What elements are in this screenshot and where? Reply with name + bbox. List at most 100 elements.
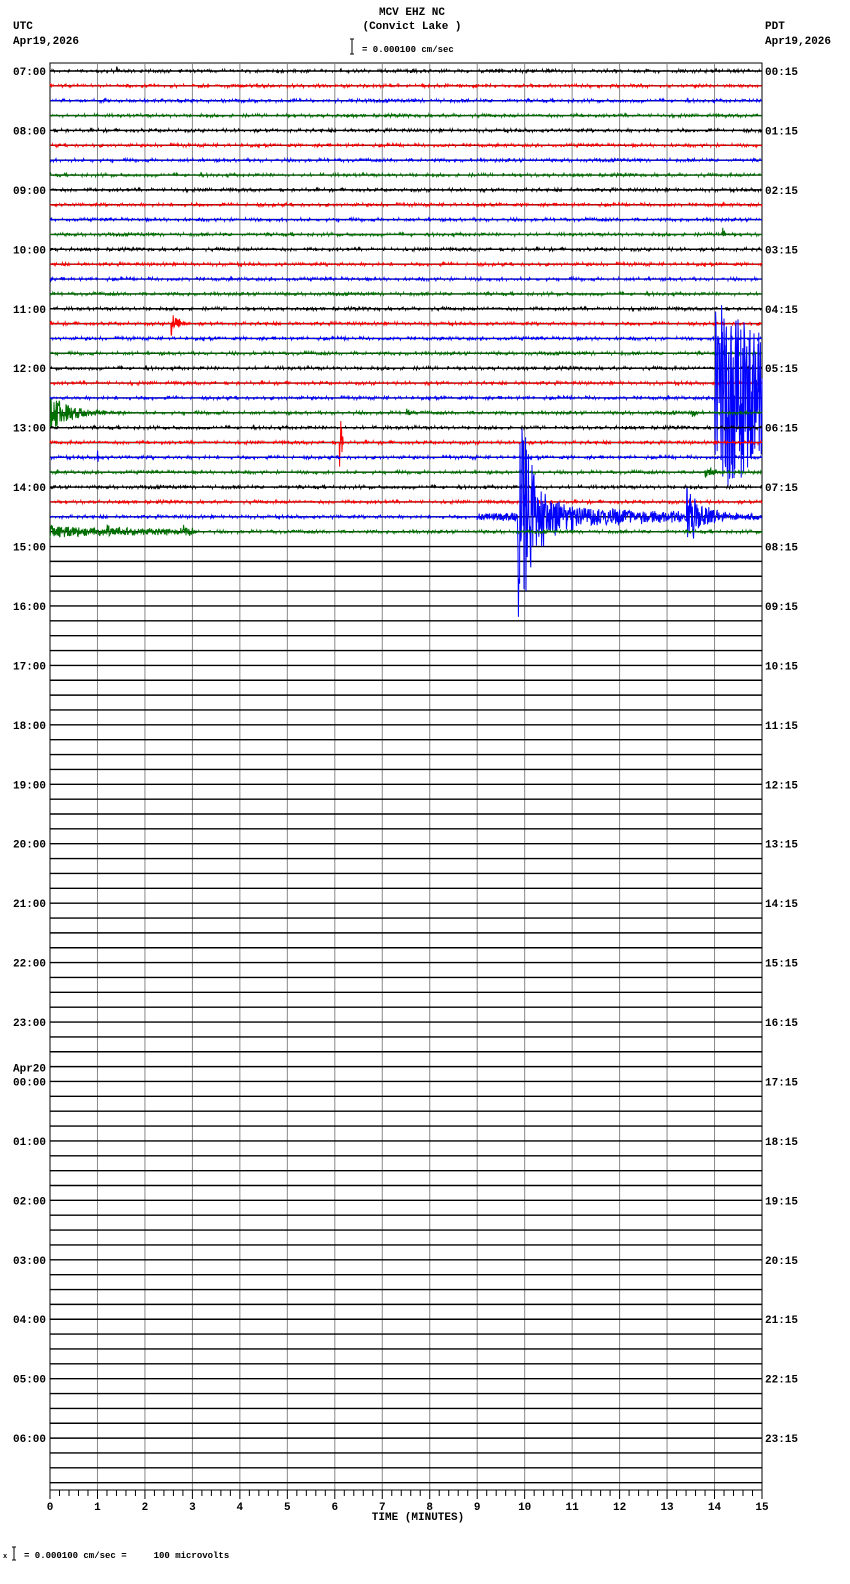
trace-row-27 xyxy=(50,466,763,478)
pdt-hour-label: 10:15 xyxy=(765,661,798,673)
pdt-hour-label: 07:15 xyxy=(765,483,798,495)
x-tick-label: 5 xyxy=(284,1502,291,1514)
utc-hour-label: 07:00 xyxy=(13,67,46,79)
left-date: Apr19,2026 xyxy=(13,36,79,48)
pdt-hour-label: 00:15 xyxy=(765,67,798,79)
x-tick-label: 10 xyxy=(518,1502,531,1514)
scale-label: = 0.000100 cm/sec xyxy=(362,45,454,55)
x-tick-label: 1 xyxy=(94,1502,101,1514)
pdt-hour-label: 21:15 xyxy=(765,1315,798,1327)
trace-row-4 xyxy=(50,126,763,134)
x-tick-label: 6 xyxy=(331,1502,338,1514)
utc-hour-label: 15:00 xyxy=(13,543,46,555)
right-timezone: PDT xyxy=(765,21,785,33)
scale-bar-icon xyxy=(350,38,354,55)
trace-row-7 xyxy=(49,171,762,179)
utc-hour-label: 21:00 xyxy=(13,899,46,911)
pdt-hour-label: 13:15 xyxy=(765,840,798,852)
trace-row-0 xyxy=(49,66,762,75)
utc-hour-label: 04:00 xyxy=(13,1315,46,1327)
trace-row-20 xyxy=(49,364,763,372)
pdt-hour-label: 03:15 xyxy=(765,245,798,257)
utc-hour-label: 00:00 xyxy=(13,1077,46,1089)
trace-row-28 xyxy=(50,483,763,491)
utc-hour-label: 11:00 xyxy=(13,305,46,317)
plot-frame xyxy=(49,62,763,1491)
trace-row-1 xyxy=(49,82,762,90)
pdt-hour-label: 15:15 xyxy=(765,959,798,971)
left-timezone: UTC xyxy=(13,21,33,33)
pdt-hour-label: 08:15 xyxy=(765,543,798,555)
x-tick-label: 3 xyxy=(189,1502,196,1514)
trace-row-8 xyxy=(49,186,762,194)
x-tick-label: 2 xyxy=(142,1502,149,1514)
helicorder-chart: MCV EHZ NC (Convict Lake ) UTC Apr19,202… xyxy=(3,7,831,1561)
utc-hour-label: 22:00 xyxy=(13,959,46,971)
trace-row-24 xyxy=(49,424,763,432)
footer-mark: x xyxy=(3,1553,8,1561)
x-tick-label: 4 xyxy=(237,1502,244,1514)
trace-row-9 xyxy=(49,201,763,209)
right-date: Apr19,2026 xyxy=(765,36,831,48)
x-tick-label: 0 xyxy=(47,1502,54,1514)
utc-hour-label: 03:00 xyxy=(13,1256,46,1268)
trace-row-10 xyxy=(49,216,763,224)
x-tick-label: 13 xyxy=(660,1502,674,1514)
trace-row-5 xyxy=(50,141,762,149)
x-tick-label: 14 xyxy=(708,1502,722,1514)
utc-hour-label: 12:00 xyxy=(13,364,46,376)
traces xyxy=(49,66,763,617)
pdt-hour-label: 19:15 xyxy=(765,1196,798,1208)
utc-hour-label: 08:00 xyxy=(13,126,46,138)
utc-hour-label: 20:00 xyxy=(13,840,46,852)
footer-scale-bar-icon xyxy=(12,1546,16,1561)
pdt-hour-label: 18:15 xyxy=(765,1137,798,1149)
trace-row-3 xyxy=(49,112,762,120)
x-axis: 0 1 2 3 4 5 6 7 8 9 10 11 12 13 14 15 xyxy=(47,1489,769,1514)
trace-row-6 xyxy=(49,156,762,164)
utc-hour-label: 14:00 xyxy=(13,483,46,495)
x-tick-label: 11 xyxy=(566,1502,580,1514)
pdt-hour-label: 20:15 xyxy=(765,1256,798,1268)
trace-row-19 xyxy=(49,349,763,357)
x-tick-label: 15 xyxy=(755,1502,769,1514)
plot-grid xyxy=(49,62,763,1491)
trace-row-23 xyxy=(49,398,763,428)
pdt-hour-label: 16:15 xyxy=(765,1018,798,1030)
utc-hour-label: 05:00 xyxy=(13,1375,46,1387)
pdt-hour-label: 22:15 xyxy=(765,1375,798,1387)
pdt-hour-label: 06:15 xyxy=(765,424,798,436)
x-tick-label: 9 xyxy=(474,1502,481,1514)
time-labels: 07:00 08:00 09:00 10:00 11:00 12:00 13:00 14:00… xyxy=(13,67,798,1446)
pdt-hour-label: 11:15 xyxy=(765,721,798,733)
x-axis-title: TIME (MINUTES) xyxy=(372,1512,464,1524)
pdt-hour-label: 14:15 xyxy=(765,899,798,911)
utc-hour-label: 19:00 xyxy=(13,780,46,792)
trace-row-15 xyxy=(49,290,762,298)
utc-hour-label: 23:00 xyxy=(13,1018,46,1030)
x-tick-label: 12 xyxy=(613,1502,626,1514)
trace-row-17 xyxy=(49,315,762,336)
pdt-hour-label: 17:15 xyxy=(765,1077,798,1089)
pdt-hour-label: 12:15 xyxy=(765,780,798,792)
trace-row-2 xyxy=(50,97,762,105)
pdt-hour-label: 09:15 xyxy=(765,602,798,614)
pdt-hour-label: 04:15 xyxy=(765,305,798,317)
utc-hour-label: 10:00 xyxy=(13,245,46,257)
utc-hour-label: 16:00 xyxy=(13,602,46,614)
trace-row-29 xyxy=(50,498,763,506)
seismogram-page: MCV EHZ NC (Convict Lake ) UTC Apr19,202… xyxy=(0,0,850,1584)
station-title: MCV EHZ NC xyxy=(379,7,445,19)
pdt-hour-label: 23:15 xyxy=(765,1434,798,1446)
station-name: (Convict Lake ) xyxy=(362,21,461,33)
trace-row-13 xyxy=(50,260,763,268)
pdt-hour-label: 05:15 xyxy=(765,364,798,376)
trace-row-26 xyxy=(50,450,763,462)
utc-hour-label: 18:00 xyxy=(13,721,46,733)
utc-hour-label: 06:00 xyxy=(13,1434,46,1446)
utc-hour-label: 09:00 xyxy=(13,186,46,198)
utc-hour-label: 02:00 xyxy=(13,1196,46,1208)
trace-row-16 xyxy=(50,305,762,313)
trace-row-11 xyxy=(49,227,763,238)
utc-hour-label: 13:00 xyxy=(13,424,46,436)
